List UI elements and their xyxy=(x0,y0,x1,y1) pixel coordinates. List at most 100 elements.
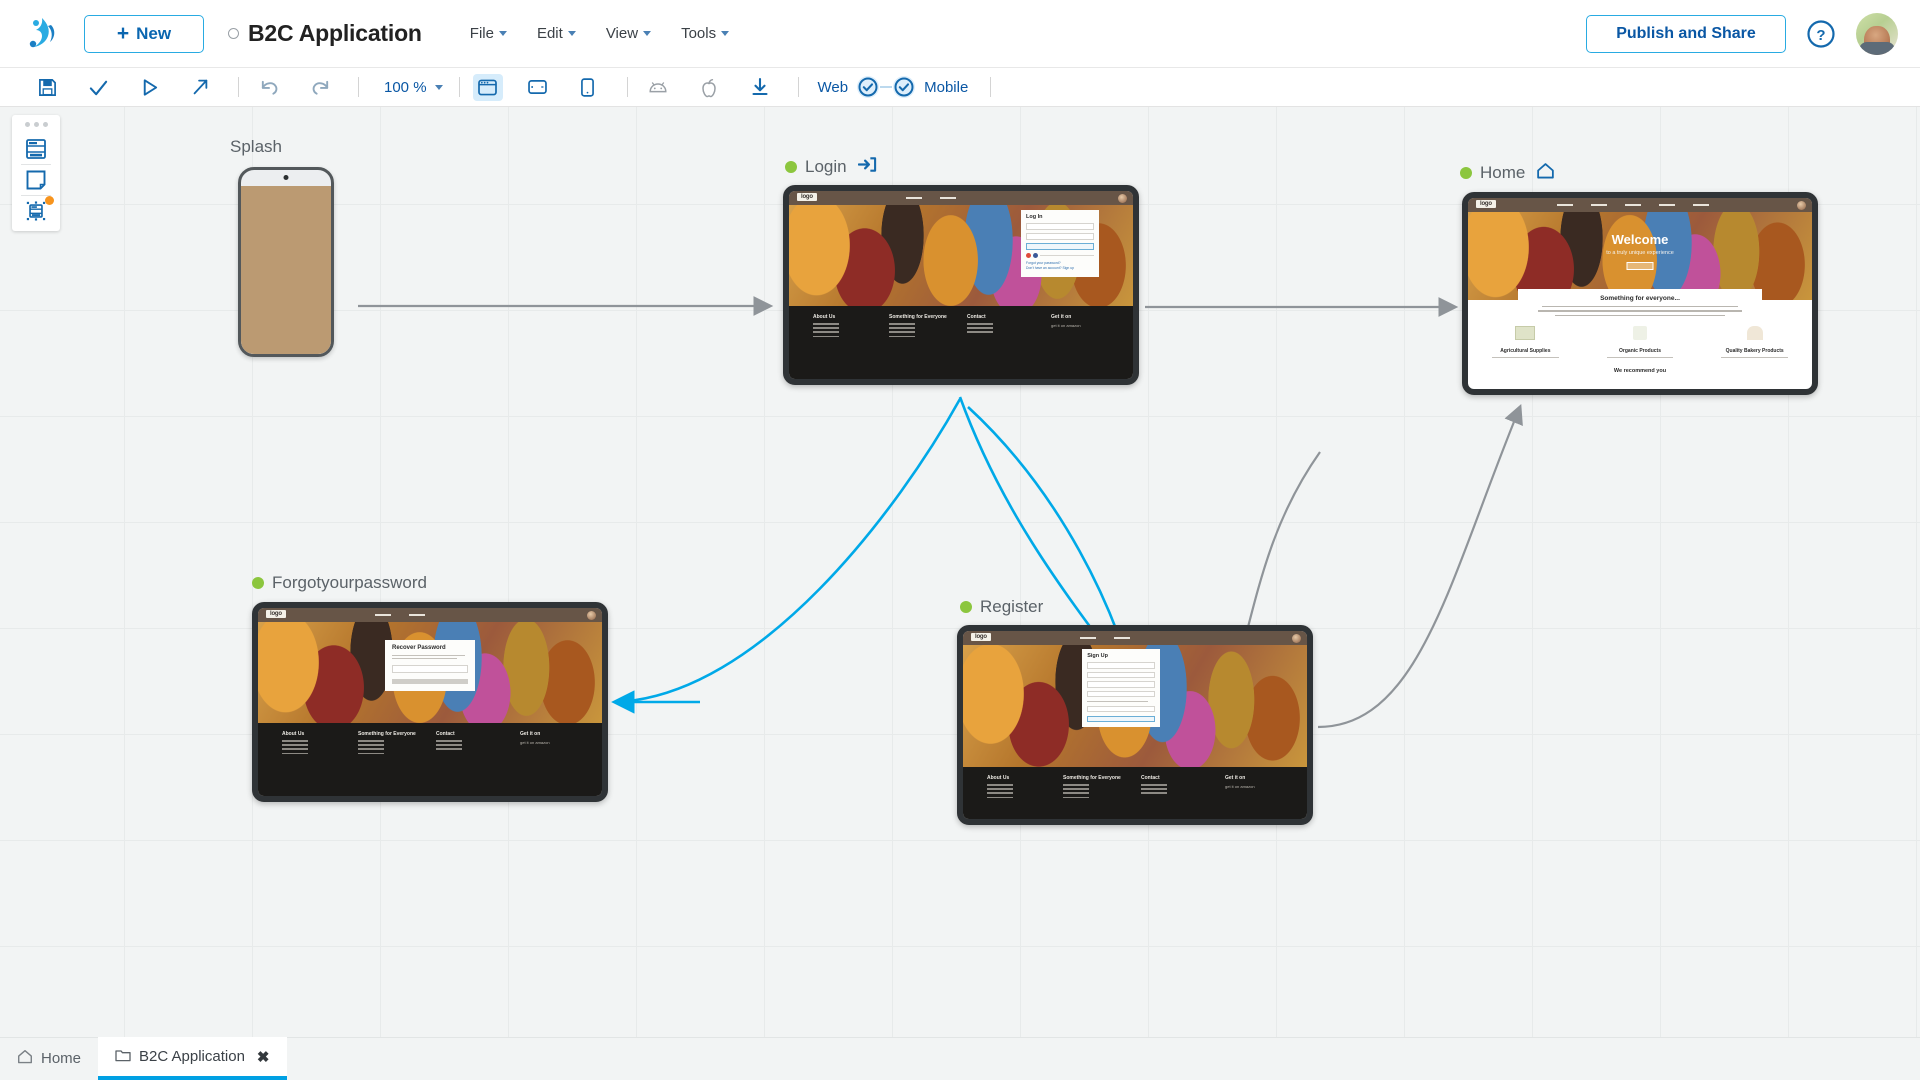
note-page-icon[interactable] xyxy=(19,165,53,195)
web-toggle-label: Web xyxy=(818,79,849,96)
footer-col-getiton: Get it on get it on amazon xyxy=(520,731,550,751)
bottom-tabbar: Home B2C Application ✖ xyxy=(0,1037,1920,1080)
app-logo[interactable] xyxy=(0,14,84,54)
zoom-selector[interactable]: 100 % xyxy=(384,79,443,96)
undo-icon[interactable] xyxy=(252,72,286,102)
toggle-connector xyxy=(880,86,892,88)
node-label-register[interactable]: Register xyxy=(960,597,1043,617)
play-icon[interactable] xyxy=(132,72,166,102)
menu-view[interactable]: View xyxy=(606,25,651,42)
apple-icon[interactable] xyxy=(692,72,726,102)
login-submit-button[interactable] xyxy=(1026,243,1094,250)
user-avatar[interactable] xyxy=(1856,13,1898,55)
browser-frame: logo Sign Up About Us xyxy=(957,625,1313,825)
menu-file[interactable]: File xyxy=(470,25,507,42)
login-email-field[interactable] xyxy=(1026,223,1094,230)
footer-heading: Something for Everyone xyxy=(1063,775,1121,781)
screen-home[interactable]: logo Welcome to a truly unique experienc… xyxy=(1462,192,1818,395)
signup-confirm-field[interactable] xyxy=(1087,691,1155,698)
login-signup-link[interactable]: Don't have an account? Sign up xyxy=(1026,266,1094,271)
close-icon[interactable]: ✖ xyxy=(257,1048,270,1066)
design-canvas[interactable]: Splash Login logo Log In xyxy=(0,107,1920,1037)
android-icon[interactable] xyxy=(641,72,675,102)
tab-b2c-application[interactable]: B2C Application ✖ xyxy=(98,1037,286,1080)
home-feature-title: Organic Products xyxy=(1583,348,1698,354)
home-hero-cta-button[interactable] xyxy=(1627,262,1654,270)
node-label-splash[interactable]: Splash xyxy=(230,137,282,157)
toolbar-divider xyxy=(798,77,799,97)
footer-col-about: About Us xyxy=(813,314,839,340)
wireframe-navbar: logo xyxy=(258,608,602,622)
signup-name-field[interactable] xyxy=(1087,662,1155,669)
home-section-card: Something for everyone... xyxy=(1518,289,1762,322)
menu-tools[interactable]: Tools xyxy=(681,25,729,42)
login-social-row[interactable] xyxy=(1026,253,1094,258)
login-form-card: Log In Forgot your password? Don't have … xyxy=(1021,210,1099,277)
screen-login[interactable]: logo Log In Forgot your password? D xyxy=(783,185,1139,385)
home-feature-card[interactable]: Organic Products xyxy=(1583,326,1698,362)
menu-edit[interactable]: Edit xyxy=(537,25,576,42)
device-tablet-button[interactable] xyxy=(523,74,553,101)
browser-frame: logo Recover Password About Us Some xyxy=(252,602,608,802)
document-title-group: B2C Application xyxy=(228,20,422,47)
phone-frame xyxy=(238,167,334,357)
chevron-down-icon xyxy=(643,31,651,36)
signup-terms-checkbox[interactable] xyxy=(1087,706,1155,712)
home-feature-card[interactable]: Quality Bakery Products xyxy=(1697,326,1812,362)
node-label-home[interactable]: Home xyxy=(1460,162,1555,184)
wireframe-footer: About Us Something for Everyone Contact … xyxy=(963,767,1307,825)
signup-submit-button[interactable] xyxy=(1087,716,1155,722)
signup-password-field[interactable] xyxy=(1087,681,1155,688)
footer-col-everyone: Something for Everyone xyxy=(889,314,947,340)
footer-heading: Contact xyxy=(967,314,993,320)
redo-icon[interactable] xyxy=(303,72,337,102)
wireframe-hero: Recover Password xyxy=(258,622,602,723)
wireframe-nav-links xyxy=(1557,204,1709,206)
palette-drag-handle[interactable] xyxy=(25,122,48,127)
screen-register[interactable]: logo Sign Up About Us xyxy=(957,625,1313,825)
signup-email-field[interactable] xyxy=(1087,672,1155,679)
share-export-icon[interactable] xyxy=(183,72,217,102)
publish-and-share-button[interactable]: Publish and Share xyxy=(1586,15,1786,53)
screen-splash[interactable] xyxy=(238,167,334,357)
node-label-login[interactable]: Login xyxy=(785,155,877,179)
new-button-label: New xyxy=(136,24,171,44)
plus-icon: + xyxy=(117,23,129,44)
menu-edit-label: Edit xyxy=(537,25,563,42)
home-feature-title: Agricultural Supplies xyxy=(1468,348,1583,354)
home-feature-card[interactable]: Agricultural Supplies xyxy=(1468,326,1583,362)
menu-file-label: File xyxy=(470,25,494,42)
footer-heading: About Us xyxy=(987,775,1013,781)
document-title: B2C Application xyxy=(248,20,422,47)
tab-home[interactable]: Home xyxy=(0,1037,98,1080)
recover-email-field[interactable] xyxy=(392,665,468,673)
footer-heading: About Us xyxy=(813,314,839,320)
device-browser-button[interactable] xyxy=(473,74,503,101)
template-icon[interactable] xyxy=(19,196,53,226)
wireframe-logo: logo xyxy=(971,633,991,641)
mobile-toggle-check[interactable] xyxy=(892,75,916,99)
node-label-forgot[interactable]: Forgotyourpassword xyxy=(252,573,427,593)
signup-form-card: Sign Up xyxy=(1082,649,1160,727)
web-toggle-check[interactable] xyxy=(856,75,880,99)
login-password-field[interactable] xyxy=(1026,233,1094,240)
recover-submit-button[interactable] xyxy=(392,679,468,684)
app-header: + New B2C Application File Edit View Too… xyxy=(0,0,1920,68)
node-label-forgot-text: Forgotyourpassword xyxy=(272,573,427,593)
device-phone-button[interactable] xyxy=(573,74,603,101)
new-button[interactable]: + New xyxy=(84,15,204,53)
help-icon[interactable]: ? xyxy=(1806,19,1836,49)
screens-icon[interactable] xyxy=(19,134,53,164)
node-label-splash-text: Splash xyxy=(230,137,282,157)
wireframe-hero: Sign Up xyxy=(963,645,1307,767)
download-icon[interactable] xyxy=(743,72,777,102)
login-arrow-icon xyxy=(858,155,877,179)
screen-forgot[interactable]: logo Recover Password About Us Some xyxy=(252,602,608,802)
check-icon[interactable] xyxy=(81,72,115,102)
home-recommend-title: We recommend you xyxy=(1468,362,1812,374)
wireframe-navbar: logo xyxy=(1468,198,1812,212)
save-icon[interactable] xyxy=(30,72,64,102)
browser-frame: logo Log In Forgot your password? D xyxy=(783,185,1139,385)
recover-form-title: Recover Password xyxy=(392,645,468,651)
toolbar-divider xyxy=(459,77,460,97)
